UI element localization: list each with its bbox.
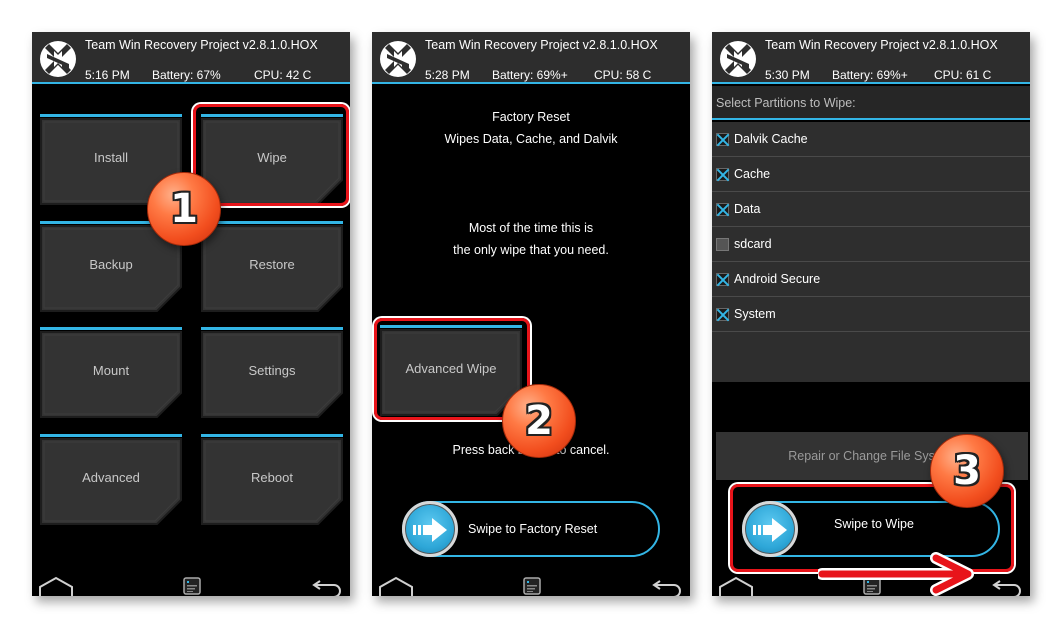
status-header: Team Win Recovery Project v2.8.1.0.HOX 5…	[32, 32, 350, 84]
status-header: Team Win Recovery Project v2.8.1.0.HOX 5…	[712, 32, 1030, 84]
screen-advanced-wipe: Team Win Recovery Project v2.8.1.0.HOX 5…	[712, 32, 1030, 596]
factory-reset-title: Factory Reset	[492, 110, 570, 124]
screen-factory-reset: Team Win Recovery Project v2.8.1.0.HOX 5…	[372, 32, 690, 596]
partition-label: sdcard	[734, 237, 772, 251]
app-title: Team Win Recovery Project v2.8.1.0.HOX	[425, 38, 658, 52]
reboot-button[interactable]: Reboot	[201, 434, 343, 526]
swipe-knob[interactable]	[742, 501, 798, 557]
advanced-wipe-button[interactable]: Advanced Wipe	[380, 325, 522, 417]
status-header: Team Win Recovery Project v2.8.1.0.HOX 5…	[372, 32, 690, 84]
partition-row-sdcard[interactable]: sdcard	[712, 227, 1030, 262]
partition-row-cache[interactable]: Cache	[712, 157, 1030, 192]
wipe-button[interactable]: Wipe	[201, 114, 343, 206]
back-icon[interactable]	[312, 578, 342, 596]
status-time: 5:30 PM	[765, 68, 810, 82]
partition-label: Dalvik Cache	[734, 132, 808, 146]
arrow-right-icon	[413, 517, 449, 543]
partition-row-data[interactable]: Data	[712, 192, 1030, 227]
app-title: Team Win Recovery Project v2.8.1.0.HOX	[765, 38, 998, 52]
status-cpu: CPU: 61 C	[934, 68, 992, 82]
back-icon[interactable]	[652, 578, 682, 596]
partition-row-android-secure[interactable]: Android Secure	[712, 262, 1030, 297]
swipe-direction-arrow-icon	[818, 552, 974, 596]
swipe-label: Swipe to Factory Reset	[468, 522, 598, 536]
step-badge-1: 1	[147, 172, 221, 246]
swipe-knob[interactable]	[402, 501, 458, 557]
factory-reset-subtitle: Wipes Data, Cache, and Dalvik	[444, 132, 618, 146]
screen-main-menu: Team Win Recovery Project v2.8.1.0.HOX 5…	[32, 32, 350, 596]
wipe-note-line1: Most of the time this is	[468, 221, 594, 235]
checkbox[interactable]	[716, 167, 729, 181]
status-battery: Battery: 69%+	[492, 68, 568, 82]
reboot-label: Reboot	[251, 469, 293, 485]
settings-button[interactable]: Settings	[201, 327, 343, 419]
status-battery: Battery: 69%+	[832, 68, 908, 82]
restore-label: Restore	[249, 256, 295, 272]
advanced-label: Advanced	[82, 469, 140, 485]
partition-label: Data	[734, 202, 761, 216]
advanced-button[interactable]: Advanced	[40, 434, 182, 526]
checkbox[interactable]	[716, 307, 729, 321]
status-cpu: CPU: 42 C	[254, 68, 312, 82]
twrp-logo-icon	[39, 40, 77, 78]
swipe-to-wipe-slider[interactable]: Swipe to Wipe	[742, 501, 1000, 557]
back-icon[interactable]	[992, 578, 1022, 596]
swipe-label: Swipe to Wipe	[834, 517, 914, 531]
checkbox[interactable]	[716, 272, 729, 286]
status-time: 5:16 PM	[85, 68, 130, 82]
step-badge-2: 2	[502, 384, 576, 458]
arrow-right-icon	[753, 517, 789, 543]
partition-label: Android Secure	[734, 272, 821, 286]
partitions-header: Select Partitions to Wipe:	[712, 86, 1030, 120]
mount-button[interactable]: Mount	[40, 327, 182, 419]
twrp-logo-icon	[719, 40, 757, 78]
settings-label: Settings	[248, 362, 296, 378]
restore-button[interactable]: Restore	[201, 221, 343, 313]
console-icon[interactable]	[523, 577, 541, 595]
app-title: Team Win Recovery Project v2.8.1.0.HOX	[85, 38, 318, 52]
wipe-label: Wipe	[257, 149, 287, 165]
console-icon[interactable]	[183, 577, 201, 595]
status-battery: Battery: 67%	[152, 68, 221, 82]
advanced-wipe-label: Advanced Wipe	[405, 360, 497, 376]
checkbox[interactable]	[716, 202, 729, 216]
checkbox[interactable]	[716, 132, 729, 146]
status-time: 5:28 PM	[425, 68, 470, 82]
home-icon[interactable]	[718, 576, 754, 596]
wipe-note-line2: the only wipe that you need.	[453, 243, 609, 257]
partition-list: Dalvik Cache Cache Data sdcard Android S…	[712, 122, 1030, 382]
status-cpu: CPU: 58 C	[594, 68, 652, 82]
home-icon[interactable]	[378, 576, 414, 596]
console-icon[interactable]	[863, 577, 881, 595]
checkbox[interactable]	[716, 237, 729, 251]
partition-row-system[interactable]: System	[712, 297, 1030, 332]
step-badge-3: 3	[930, 434, 1004, 508]
partition-label: Cache	[734, 167, 771, 181]
mount-label: Mount	[92, 362, 130, 378]
partition-label: System	[734, 307, 776, 321]
home-icon[interactable]	[38, 576, 74, 596]
partition-row-dalvik-cache[interactable]: Dalvik Cache	[712, 122, 1030, 157]
twrp-logo-icon	[379, 40, 417, 78]
swipe-factory-reset-slider[interactable]: Swipe to Factory Reset	[402, 501, 660, 557]
